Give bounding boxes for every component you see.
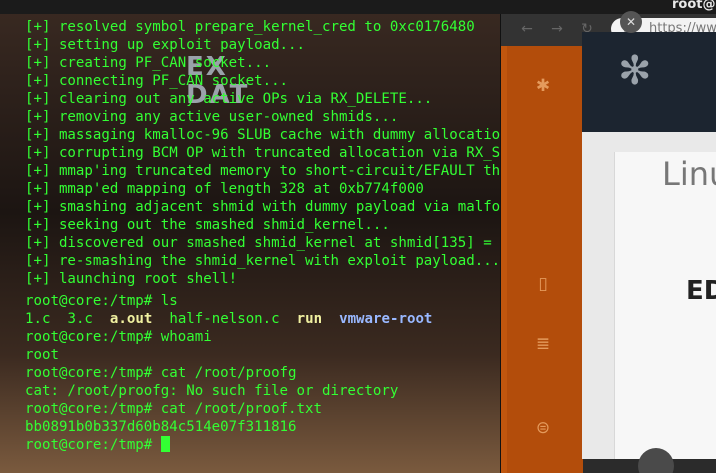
card-subheading: ED: [686, 276, 716, 306]
exploit-output-line: [+] removing any active user-owned shmid…: [25, 109, 399, 125]
directory-entry: vmware-root: [339, 311, 433, 327]
ls-output: 1.c 3.c a.out half-nelson.c run vmware-r…: [25, 310, 432, 328]
spider-icon: ✻: [618, 48, 652, 94]
spider-logo-icon[interactable]: ✱: [534, 76, 552, 96]
terminal-window[interactable]: [+] resolved symbol prepare_kernel_cred …: [18, 14, 500, 473]
cat-command-line: root@core:/tmp# cat /root/proof.txt: [25, 400, 322, 418]
database-icon[interactable]: ≣: [534, 334, 552, 354]
site-sidebar-strip: [507, 46, 583, 473]
top-panel: root@: [0, 0, 716, 14]
file-entry: a.out: [109, 311, 153, 327]
file-entry: 3.c: [67, 311, 93, 327]
proof-hash-output: bb0891b0b337d60b84c514e07f311816: [25, 419, 297, 435]
document-icon[interactable]: ▯: [534, 274, 552, 294]
forward-button[interactable]: →: [547, 20, 567, 38]
exploit-output-line: [+] mmap'ing truncated memory to short-c…: [25, 163, 500, 179]
executable-entry: run: [296, 311, 323, 327]
exploit-output-line: [+] setting up exploit payload...: [25, 37, 306, 53]
exploit-output-line: [+] massaging kmalloc-96 SLUB cache with…: [25, 127, 500, 143]
exploit-output-line: [+] smashing adjacent shmid with dummy p…: [25, 199, 500, 215]
exploit-output-line: [+] connecting PF_CAN socket...: [25, 73, 289, 89]
ls-command: ls: [160, 293, 178, 309]
file-entry: half-nelson.c: [169, 311, 280, 327]
whoami-command: whoami: [160, 329, 212, 345]
back-button[interactable]: ←: [517, 20, 537, 38]
shell-prompt: root@core:/tmp#: [25, 365, 161, 381]
exploit-output-line: [+] seeking out the smashed shmid_kernel…: [25, 217, 390, 233]
top-panel-user: root@: [672, 0, 716, 12]
shell-prompt: root@core:/tmp#: [25, 401, 161, 417]
site-sidebar: ✱ ▯ ≣ ⊜: [501, 46, 583, 473]
search-database-icon[interactable]: ⊜: [534, 418, 552, 438]
shell-prompt: root@core:/tmp#: [25, 293, 161, 309]
exploit-output-line: [+] discovered our smashed shmid_kernel …: [25, 235, 492, 251]
exploit-output-line: [+] resolved symbol prepare_kernel_cred …: [25, 19, 475, 35]
file-entry: 1.c: [25, 311, 51, 327]
cat-command-line: root@core:/tmp# cat /root/proofg: [25, 364, 297, 382]
cat-command: cat /root/proof.txt: [160, 401, 322, 417]
exploit-output-line: [+] re-smashing the shmid_kernel with ex…: [25, 253, 500, 269]
exploit-output-line: [+] corrupting BCM OP with truncated all…: [25, 145, 500, 161]
card-heading: Linu: [662, 155, 716, 193]
ls-command-line: root@core:/tmp# ls: [25, 292, 178, 310]
active-prompt-line[interactable]: root@core:/tmp#: [25, 436, 170, 454]
whoami-command-line: root@core:/tmp# whoami: [25, 328, 212, 346]
shell-prompt: root@core:/tmp#: [25, 437, 161, 453]
exploit-output-line: [+] mmap'ed mapping of length 328 at 0xb…: [25, 181, 424, 197]
text-cursor[interactable]: [160, 436, 170, 452]
exploit-output-line: [+] clearing out any active OPs via RX_D…: [25, 91, 433, 107]
exploit-output-line: [+] launching root shell!: [25, 271, 238, 287]
shell-prompt: root@core:/tmp#: [25, 329, 161, 345]
browser-close-button[interactable]: ✕: [620, 11, 642, 33]
whoami-output: root: [25, 347, 59, 363]
exploit-output-line: [+] creating PF_CAN socket...: [25, 55, 272, 71]
cat-command: cat /root/proofg: [160, 365, 297, 381]
cat-error-output: cat: /root/proofg: No such file or direc…: [25, 383, 399, 399]
